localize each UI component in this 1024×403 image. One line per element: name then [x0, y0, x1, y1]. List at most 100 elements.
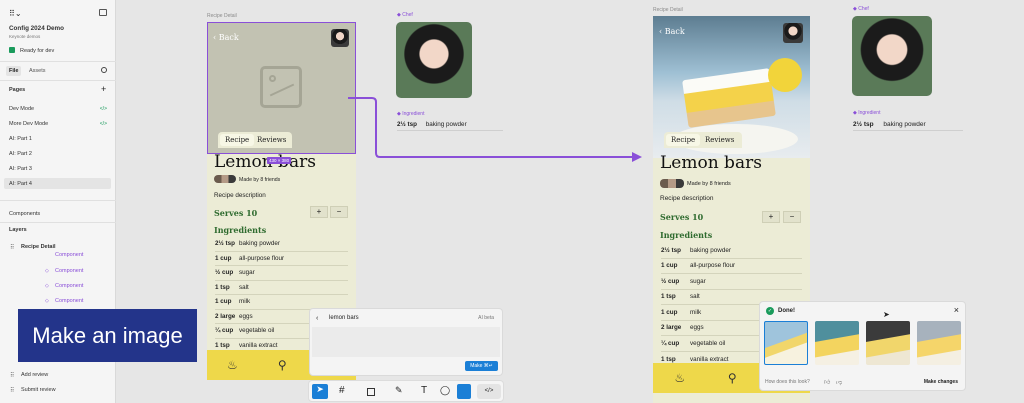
frame-tool-icon[interactable]: # [339, 385, 345, 396]
decrease-servings-button[interactable]: − [330, 206, 348, 218]
search-icon[interactable]: ⚲ [728, 371, 737, 385]
ingredient-qty: 2½ tsp [853, 121, 874, 128]
file-title[interactable]: Config 2024 Demo [9, 25, 64, 32]
decrease-servings-button[interactable]: − [783, 211, 801, 223]
comment-tool-icon[interactable]: ◯ [440, 385, 450, 396]
figma-menu-icon[interactable]: ⠿⌄ [9, 9, 22, 18]
frame-grid-icon: ⠿ [10, 373, 15, 379]
caption-banner: Make an image [18, 309, 197, 362]
recipe-description: Recipe description [660, 195, 714, 202]
chef-label: Chef [402, 12, 413, 18]
ingredient-row: ½ cup sugar [215, 266, 348, 281]
layers-header: Layers [9, 227, 27, 233]
page-item-more-dev-mode[interactable]: More Dev Mode [9, 121, 48, 127]
dev-mode-tag-icon: </> [99, 106, 107, 112]
dev-mode-toggle-icon[interactable]: </> [477, 384, 501, 399]
prompt-text[interactable]: lemon bars [329, 315, 359, 321]
page-item-ai-part-3[interactable]: AI: Part 3 [9, 166, 32, 172]
make-changes-button[interactable]: Make changes [924, 379, 958, 385]
friends-avatars [214, 175, 236, 183]
text-tool-icon[interactable]: T [421, 385, 427, 396]
make-button[interactable]: Make ⌘↵ [465, 361, 498, 371]
status-label[interactable]: Ready for dev [20, 48, 54, 54]
ingredient-qty: ½ cup [661, 277, 680, 285]
sidebar-toggle-icon[interactable] [99, 9, 107, 16]
thumbs-up-icon[interactable]: 👍︎ [824, 378, 830, 386]
page-item-ai-part-4[interactable]: AI: Part 4 [9, 181, 32, 187]
ingredient-component-label: ◆ Ingredient [853, 110, 881, 116]
cooking-pot-icon[interactable]: ♨ [227, 358, 238, 372]
increase-servings-button[interactable]: + [762, 211, 780, 223]
success-check-icon: ✓ [766, 307, 774, 315]
tab-recipe[interactable]: Recipe [666, 134, 701, 146]
page-item-dev-mode[interactable]: Dev Mode [9, 106, 34, 112]
ingredient-name: eggs [690, 324, 704, 332]
add-page-icon[interactable]: + [101, 84, 106, 94]
back-label: Back [664, 27, 685, 36]
mouse-cursor-icon: ➤ [883, 310, 890, 319]
ingredient-name: all-purpose flour [690, 262, 736, 270]
layer-component[interactable]: Component [55, 268, 83, 274]
ingredient-row: 2½ tsp baking powder [661, 243, 802, 259]
chef-photo[interactable] [396, 22, 472, 98]
serves-label: Serves 10 [214, 208, 258, 218]
search-icon[interactable] [101, 67, 107, 73]
increase-servings-button[interactable]: + [310, 206, 328, 218]
cooking-pot-icon[interactable]: ♨ [674, 371, 685, 385]
ingredient-name: vegetable oil [239, 327, 275, 335]
layer-recipe-detail[interactable]: Recipe Detail [21, 244, 56, 250]
layer-add-review[interactable]: Add review [21, 372, 48, 378]
generated-image-option[interactable] [917, 321, 961, 365]
back-chevron-icon[interactable]: ‹ [316, 315, 318, 322]
layer-component[interactable]: Component [55, 298, 83, 304]
feedback-prompt: How does this look? [765, 379, 810, 385]
page-item-ai-part-2[interactable]: AI: Part 2 [9, 151, 32, 157]
ingredient-qty: 1 cup [661, 262, 678, 270]
generated-image-option[interactable] [815, 321, 859, 365]
layer-component[interactable]: Component [55, 283, 83, 289]
ingredient-name: baking powder [690, 246, 731, 254]
back-link[interactable]: ‹ Back [659, 27, 685, 36]
recipe-title: Lemon bars [214, 152, 316, 172]
friends-avatars [660, 179, 684, 188]
ingredients-header: Ingredients [214, 225, 267, 235]
chef-photo[interactable] [852, 16, 932, 96]
chef-component-label: ◆ Chef [853, 6, 869, 12]
ingredient-qty: 1 tsp [215, 283, 230, 291]
pages-header: Pages [9, 87, 26, 93]
serves-label: Serves 10 [660, 212, 704, 222]
generated-image-option[interactable] [866, 321, 910, 365]
move-tool-icon[interactable]: ➤ [312, 384, 328, 399]
ingredient-row: ½ cup sugar [661, 274, 802, 290]
layer-submit-review[interactable]: Submit review [21, 387, 56, 393]
ingredient-name: vanilla extract [690, 355, 729, 363]
close-icon[interactable]: × [954, 305, 959, 315]
page-item-ai-part-1[interactable]: AI: Part 1 [9, 136, 32, 142]
tab-file[interactable]: File [6, 66, 22, 76]
ai-beta-badge: AI beta [478, 315, 494, 321]
thumbs-down-icon[interactable]: 👎︎ [836, 378, 842, 386]
ingredient-component[interactable]: 2½ tsp baking powder [853, 121, 963, 131]
frame-grid-icon: ⠿ [10, 245, 15, 251]
ingredient-label: Ingredient [858, 110, 881, 116]
pen-tool-icon[interactable]: ✎ [395, 385, 403, 396]
search-icon[interactable]: ⚲ [278, 358, 287, 372]
shape-tool-icon[interactable] [367, 388, 375, 396]
ingredient-name: baking powder [883, 121, 926, 128]
ingredient-name: sugar [690, 277, 706, 285]
ingredient-qty: 1 cup [215, 254, 232, 262]
ingredient-row: 1 cup all-purpose flour [661, 259, 802, 274]
ingredient-row: 1 cup all-purpose flour [215, 252, 348, 266]
tab-assets[interactable]: Assets [29, 68, 46, 74]
tab-assets-label: Assets [29, 68, 46, 74]
ingredient-name: vegetable oil [690, 339, 726, 347]
chef-avatar[interactable] [783, 23, 803, 43]
generated-image-option[interactable] [764, 321, 808, 365]
ingredient-name: eggs [239, 312, 253, 320]
ai-tool-icon[interactable] [457, 384, 471, 399]
ingredient-qty: ½ cup [215, 269, 234, 277]
tab-reviews[interactable]: Reviews [700, 134, 739, 146]
layer-component[interactable]: Component [55, 252, 83, 258]
made-by-label: Made by 8 friends [687, 181, 731, 187]
prompt-textarea[interactable] [312, 327, 500, 357]
